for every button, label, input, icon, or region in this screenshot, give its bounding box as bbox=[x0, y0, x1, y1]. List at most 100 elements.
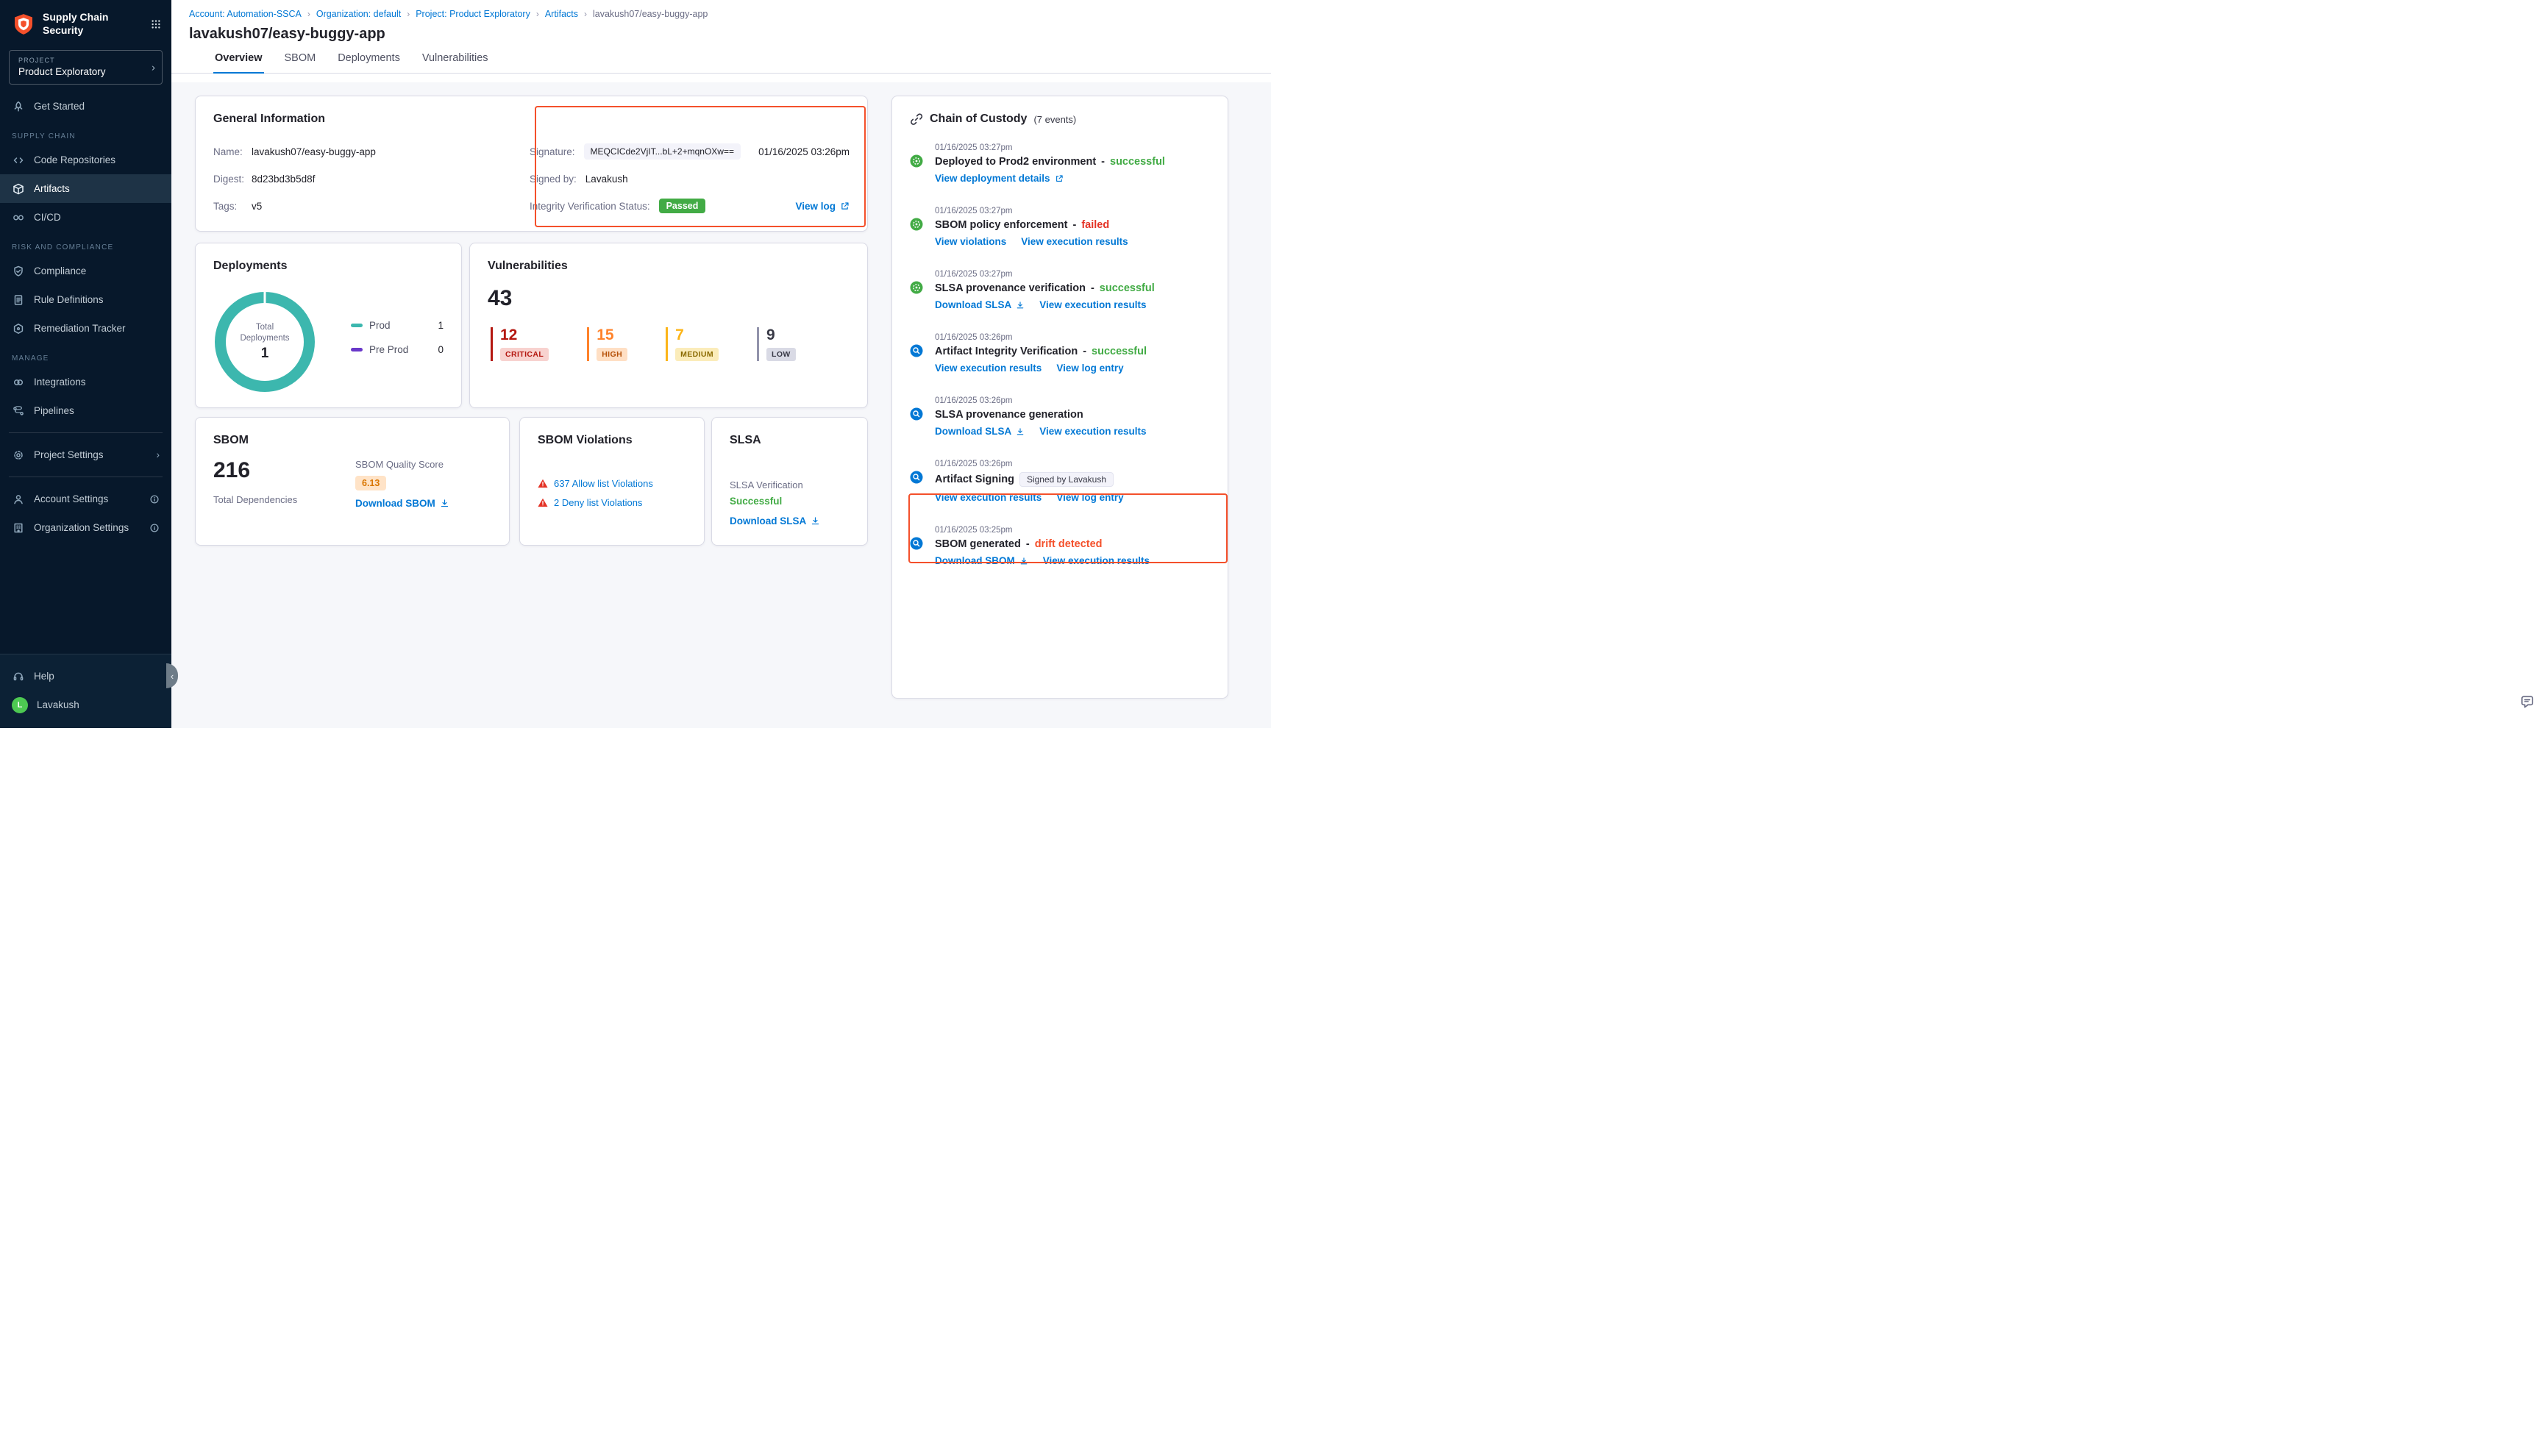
download-slsa-link[interactable]: Download SLSA bbox=[730, 515, 820, 527]
sidebar-item-integrations[interactable]: Integrations bbox=[0, 368, 171, 396]
deny-list-violations-link[interactable]: 2 Deny list Violations bbox=[554, 497, 642, 508]
legend-value: 1 bbox=[438, 320, 444, 331]
info-icon[interactable] bbox=[149, 494, 160, 504]
breadcrumb-project[interactable]: Project: Product Exploratory bbox=[416, 9, 530, 19]
scan-step-icon bbox=[910, 344, 923, 357]
event-separator: - bbox=[1026, 538, 1030, 550]
deny-list-violations-row: 2 Deny list Violations bbox=[538, 497, 686, 508]
legend-label: Prod bbox=[369, 320, 391, 331]
tab-sbom[interactable]: SBOM bbox=[283, 52, 318, 73]
chat-help-icon[interactable] bbox=[2520, 694, 2535, 709]
tab-deployments[interactable]: Deployments bbox=[336, 52, 402, 73]
hexagon-icon bbox=[12, 323, 25, 335]
view-execution-results-link[interactable]: View execution results bbox=[935, 363, 1042, 374]
breadcrumb-account[interactable]: Account: Automation-SSCA bbox=[189, 9, 302, 19]
project-selector-label: PROJECT bbox=[18, 57, 143, 64]
tab-overview[interactable]: Overview bbox=[213, 52, 264, 74]
sidebar-item-project-settings[interactable]: Project Settings › bbox=[0, 440, 171, 469]
legend-item-preprod: Pre Prod 0 bbox=[351, 344, 444, 355]
chain-events-count: (7 events) bbox=[1033, 114, 1076, 125]
chain-title: Chain of Custody bbox=[930, 113, 1027, 126]
sidebar-item-cicd[interactable]: CI/CD bbox=[0, 203, 171, 232]
avatar: L bbox=[12, 697, 28, 713]
event-slsa-provenance-verification: 01/16/2025 03:27pm SLSA provenance verif… bbox=[910, 270, 1210, 310]
external-link-icon bbox=[840, 201, 850, 211]
sidebar-item-account-settings[interactable]: Account Settings bbox=[0, 485, 171, 513]
download-sbom-link[interactable]: Download SBOM bbox=[355, 498, 449, 509]
download-slsa-link[interactable]: Download SLSA bbox=[935, 426, 1025, 437]
view-execution-results-link[interactable]: View execution results bbox=[1039, 299, 1146, 310]
apps-grid-icon[interactable] bbox=[151, 19, 161, 29]
project-selector[interactable]: PROJECT Product Exploratory › bbox=[9, 50, 163, 85]
download-slsa-link[interactable]: Download SLSA bbox=[935, 299, 1025, 310]
sidebar-item-pipelines[interactable]: Pipelines bbox=[0, 396, 171, 425]
severity-badge: HIGH bbox=[597, 348, 627, 361]
sidebar-item-label: Organization Settings bbox=[34, 522, 129, 533]
view-violations-link[interactable]: View violations bbox=[935, 236, 1006, 247]
view-log-entry-link[interactable]: View log entry bbox=[1056, 492, 1123, 503]
sidebar-item-help[interactable]: Help bbox=[0, 662, 171, 690]
sidebar-item-label: Get Started bbox=[34, 101, 85, 112]
breadcrumb-separator: › bbox=[536, 9, 539, 19]
event-title: Artifact Signing bbox=[935, 474, 1014, 485]
integrity-row: Integrity Verification Status: Passed Vi… bbox=[530, 198, 850, 214]
allow-list-violations-link[interactable]: 637 Allow list Violations bbox=[554, 478, 653, 489]
event-artifact-signing: 01/16/2025 03:26pm Artifact Signing Sign… bbox=[910, 460, 1210, 503]
general-information-card: General Information Name: lavakush07/eas… bbox=[195, 96, 868, 232]
status-badge-passed: Passed bbox=[659, 199, 706, 213]
event-status: drift detected bbox=[1035, 538, 1103, 550]
rings-icon bbox=[12, 377, 25, 388]
view-execution-results-link[interactable]: View execution results bbox=[1021, 236, 1128, 247]
pipeline-step-icon bbox=[910, 281, 923, 294]
legend-value: 0 bbox=[438, 344, 444, 355]
event-title: Deployed to Prod2 environment bbox=[935, 156, 1096, 168]
external-link-icon bbox=[1055, 174, 1064, 183]
deployments-card: Deployments Total Deployments 1 Prod 1 P… bbox=[195, 243, 462, 408]
event-time: 01/16/2025 03:26pm bbox=[935, 333, 1210, 342]
infinity-icon bbox=[12, 212, 25, 224]
sidebar-item-code-repositories[interactable]: Code Repositories bbox=[0, 146, 171, 174]
sidebar-footer: Help L Lavakush bbox=[0, 654, 171, 728]
code-icon bbox=[12, 154, 25, 166]
sidebar-item-remediation-tracker[interactable]: Remediation Tracker bbox=[0, 314, 171, 343]
event-sbom-generated: 01/16/2025 03:25pm SBOM generated - drif… bbox=[910, 526, 1210, 566]
slsa-verification-label: SLSA Verification bbox=[730, 479, 803, 490]
breadcrumb: Account: Automation-SSCA › Organization:… bbox=[171, 0, 1271, 19]
download-sbom-link[interactable]: Download SBOM bbox=[935, 555, 1028, 566]
breadcrumb-artifacts[interactable]: Artifacts bbox=[545, 9, 578, 19]
tab-vulnerabilities[interactable]: Vulnerabilities bbox=[421, 52, 490, 73]
sidebar-item-label: Account Settings bbox=[34, 493, 108, 504]
info-icon[interactable] bbox=[149, 523, 160, 533]
sbom-violations-card: SBOM Violations 637 Allow list Violation… bbox=[519, 417, 705, 546]
project-selector-value: Product Exploratory bbox=[18, 66, 143, 77]
view-log-entry-link[interactable]: View log entry bbox=[1056, 363, 1123, 374]
download-icon bbox=[1019, 557, 1028, 565]
card-title: SBOM bbox=[213, 434, 491, 447]
event-separator: - bbox=[1091, 282, 1094, 294]
sbom-total-label: Total Dependencies bbox=[213, 494, 297, 505]
sidebar-item-rule-definitions[interactable]: Rule Definitions bbox=[0, 285, 171, 314]
sidebar-item-get-started[interactable]: Get Started bbox=[0, 92, 171, 121]
legend-swatch-prod bbox=[351, 324, 363, 327]
sidebar-user[interactable]: L Lavakush bbox=[0, 690, 171, 719]
allow-list-violations-row: 637 Allow list Violations bbox=[538, 478, 686, 489]
sbom-quality-label: SBOM Quality Score bbox=[355, 459, 449, 470]
event-slsa-provenance-generation: 01/16/2025 03:26pm SLSA provenance gener… bbox=[910, 396, 1210, 437]
deployments-legend: Prod 1 Pre Prod 0 bbox=[351, 320, 444, 368]
signature-value: MEQCICde2VjIT...bL+2+mqnOXw== bbox=[584, 143, 741, 160]
sbom-quality-score-badge: 6.13 bbox=[355, 476, 386, 490]
view-execution-results-link[interactable]: View execution results bbox=[1043, 555, 1150, 566]
view-execution-results-link[interactable]: View execution results bbox=[935, 492, 1042, 503]
legend-item-prod: Prod 1 bbox=[351, 320, 444, 331]
view-execution-results-link[interactable]: View execution results bbox=[1039, 426, 1146, 437]
sidebar-item-artifacts[interactable]: Artifacts bbox=[0, 174, 171, 203]
view-deployment-details-link[interactable]: View deployment details bbox=[935, 173, 1064, 184]
sidebar-item-compliance[interactable]: Compliance bbox=[0, 257, 171, 285]
scan-step-icon bbox=[910, 407, 923, 421]
breadcrumb-organization[interactable]: Organization: default bbox=[316, 9, 401, 19]
event-time: 01/16/2025 03:26pm bbox=[935, 396, 1210, 405]
chain-of-custody-card: Chain of Custody (7 events) 01/16/2025 0… bbox=[891, 96, 1228, 699]
sidebar-item-organization-settings[interactable]: Organization Settings bbox=[0, 513, 171, 542]
severity-breakdown: 12 CRITICAL 15 HIGH 7 MEDIUM 9 LOW bbox=[491, 327, 850, 361]
view-log-link[interactable]: View log bbox=[795, 201, 850, 212]
